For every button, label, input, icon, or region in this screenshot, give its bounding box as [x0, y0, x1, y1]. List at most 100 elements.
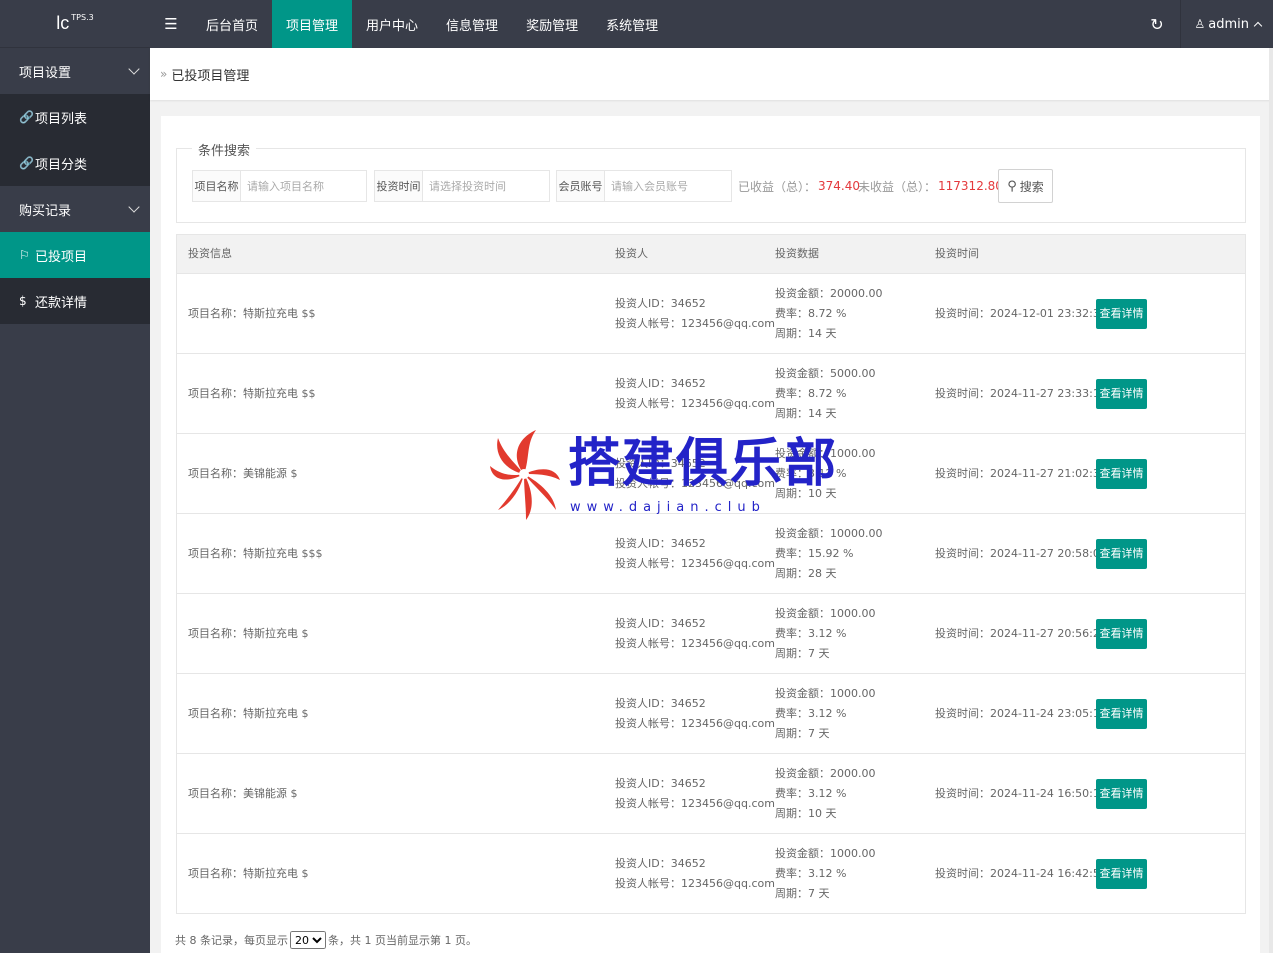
top-right-tools: ↻ ♙ admin: [1135, 0, 1273, 48]
top-nav: ☰ 后台首页 项目管理 用户中心 信息管理 奖励管理 系统管理 ↻ ♙ admi…: [150, 0, 1273, 48]
nav-item-info-management[interactable]: 信息管理: [432, 0, 512, 48]
page-size-select[interactable]: 20: [290, 931, 326, 949]
member-account-label: 会员账号: [557, 171, 605, 201]
view-details-button[interactable]: 查看详情: [1096, 618, 1147, 649]
logo-version: TPS.3: [71, 13, 94, 22]
link-icon: 🔗: [19, 110, 34, 124]
unearned-total: 未收益（总）： 117312.80: [858, 170, 1003, 202]
table-row: 项目名称：特斯拉充电 $ 投资人ID：34652 投资人帐号：123456@qq.c…: [176, 674, 1246, 754]
investor-account: 投资人帐号：123456@qq.com: [615, 876, 775, 890]
header-label: 投资人: [615, 247, 648, 260]
nav-item-home[interactable]: 后台首页: [192, 0, 272, 48]
cell-invest-info: 项目名称：特斯拉充电 $: [188, 834, 309, 913]
invest-period: 周期：14 天: [775, 326, 837, 340]
invest-rate: 费率：3.12 %: [775, 626, 847, 640]
project-name-label: 项目名称: [193, 171, 241, 201]
sidebar-item-label: 已投项目: [35, 249, 88, 265]
view-details-button[interactable]: 查看详情: [1096, 538, 1147, 569]
sidebar-group-project-settings[interactable]: 项目设置: [0, 48, 150, 94]
scrollbar[interactable]: [1269, 48, 1273, 953]
view-details-button[interactable]: 查看详情: [1096, 298, 1147, 329]
table-body: 项目名称：特斯拉充电 $$ 投资人ID：34652 投资人帐号：123456@qq.…: [176, 274, 1246, 914]
investor-id: 投资人ID：34652: [615, 696, 706, 710]
view-details-button[interactable]: 查看详情: [1096, 778, 1147, 809]
investor-id: 投资人ID：34652: [615, 616, 706, 630]
menu-toggle-icon[interactable]: ☰: [150, 0, 192, 48]
cell-invest-time: 投资时间：2024-12-01 23:32:37: [935, 274, 1107, 353]
invest-rate: 费率：8.72 %: [775, 306, 847, 320]
nav-item-system-management[interactable]: 系统管理: [592, 0, 672, 48]
view-details-button[interactable]: 查看详情: [1096, 458, 1147, 489]
invest-rate: 费率：15.92 %: [775, 546, 854, 560]
user-menu[interactable]: ♙ admin: [1181, 0, 1273, 48]
sidebar-item-repayment-details[interactable]: $ 还款详情: [0, 278, 150, 324]
cell-invest-time: 投资时间：2024-11-27 21:02:32: [935, 434, 1107, 513]
sidebar-item-project-category[interactable]: 🔗 项目分类: [0, 140, 150, 186]
header-investor: 投资人: [615, 235, 648, 273]
pagination-prefix: 共 8 条记录，每页显示: [175, 934, 288, 947]
project-name: 项目名称：特斯拉充电 $$: [188, 386, 316, 400]
flag-icon: ⚐: [19, 248, 30, 262]
header-invest-data: 投资数据: [775, 235, 819, 273]
header-label: 投资信息: [188, 247, 232, 260]
cell-actions: 查看详情: [1096, 834, 1147, 913]
sidebar: lc TPS.3 项目设置 🔗 项目列表 🔗 项目分类 购买记录 ⚐ 已投项目 $…: [0, 0, 150, 953]
sidebar-item-label: 还款详情: [35, 295, 88, 311]
refresh-icon[interactable]: ↻: [1135, 0, 1181, 48]
project-name-input[interactable]: [241, 171, 365, 201]
breadcrumb-arrow-icon: »: [160, 67, 168, 81]
unearned-label: 未收益（总）：: [858, 179, 937, 194]
nav-item-user-center[interactable]: 用户中心: [352, 0, 432, 48]
investor-account: 投资人帐号：123456@qq.com: [615, 316, 775, 330]
table-row: 项目名称：特斯拉充电 $$ 投资人ID：34652 投资人帐号：123456@qq.…: [176, 354, 1246, 434]
cell-actions: 查看详情: [1096, 434, 1147, 513]
project-name-field: 项目名称: [192, 170, 367, 202]
sidebar-item-label: 项目分类: [35, 157, 88, 173]
pagination-info: 共 8 条记录，每页显示 20 条，共 1 页当前显示第 1 页。: [175, 931, 477, 949]
cell-invest-info: 项目名称：特斯拉充电 $$: [188, 274, 316, 353]
search-fieldset: 条件搜索 项目名称 投资时间 会员账号 已收益（总）： 374.40 未收益（总…: [176, 140, 1246, 223]
invest-time: 投资时间：2024-11-27 21:02:32: [935, 466, 1107, 480]
cell-investor: 投资人ID：34652 投资人帐号：123456@qq.com: [615, 834, 775, 913]
project-name: 项目名称：美锦能源 $: [188, 466, 298, 480]
nav-item-project-management[interactable]: 项目管理: [272, 0, 353, 48]
search-legend: 条件搜索: [192, 140, 257, 159]
invest-amount: 投资金额：20000.00: [775, 286, 883, 300]
invest-amount: 投资金额：10000.00: [775, 526, 883, 540]
view-details-button[interactable]: 查看详情: [1096, 378, 1147, 409]
header-label: 投资时间: [935, 247, 979, 260]
invest-time-label: 投资时间: [375, 171, 423, 201]
invest-period: 周期：28 天: [775, 566, 837, 580]
logo[interactable]: lc TPS.3: [0, 0, 150, 48]
username: admin: [1208, 16, 1249, 32]
invest-time: 投资时间：2024-11-27 20:58:01: [935, 546, 1107, 560]
sidebar-item-project-list[interactable]: 🔗 项目列表: [0, 94, 150, 140]
table-header: 投资信息 投资人 投资数据 投资时间: [176, 234, 1246, 274]
invest-time-input[interactable]: [423, 171, 548, 201]
investor-account: 投资人帐号：123456@qq.com: [615, 556, 775, 570]
invest-rate: 费率：3.12 %: [775, 786, 847, 800]
invest-rate: 费率：3.12 %: [775, 706, 847, 720]
nav-item-reward-management[interactable]: 奖励管理: [512, 0, 592, 48]
link-icon: 🔗: [19, 156, 34, 170]
sidebar-item-invested-projects[interactable]: ⚐ 已投项目: [0, 232, 150, 278]
member-account-input[interactable]: [605, 171, 730, 201]
logo-text: lc: [56, 13, 70, 33]
sidebar-group-purchase-records[interactable]: 购买记录: [0, 186, 150, 232]
cell-invest-info: 项目名称：特斯拉充电 $$: [188, 354, 316, 433]
view-details-button[interactable]: 查看详情: [1096, 698, 1147, 729]
cell-invest-time: 投资时间：2024-11-24 23:05:19: [935, 674, 1107, 753]
invest-period: 周期：7 天: [775, 726, 830, 740]
chevron-up-icon: [1253, 21, 1263, 31]
investor-account: 投资人帐号：123456@qq.com: [615, 476, 775, 490]
cell-investor: 投资人ID：34652 投资人帐号：123456@qq.com: [615, 434, 775, 513]
search-button[interactable]: ⚲ 搜索: [998, 169, 1053, 203]
invest-amount: 投资金额：5000.00: [775, 366, 876, 380]
cell-invest-time: 投资时间：2024-11-27 23:33:16: [935, 354, 1107, 433]
cell-invest-time: 投资时间：2024-11-27 20:56:29: [935, 594, 1107, 673]
cell-investor: 投资人ID：34652 投资人帐号：123456@qq.com: [615, 514, 775, 593]
cell-investor: 投资人ID：34652 投资人帐号：123456@qq.com: [615, 674, 775, 753]
member-account-field: 会员账号: [556, 170, 732, 202]
view-details-button[interactable]: 查看详情: [1096, 858, 1147, 889]
investor-id: 投资人ID：34652: [615, 456, 706, 470]
